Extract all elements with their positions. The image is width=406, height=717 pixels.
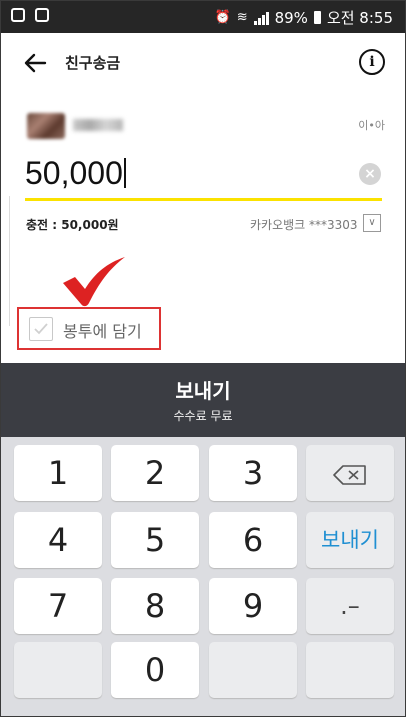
text-cursor [123,158,126,188]
clock: 오전 8:55 [326,9,393,27]
amount-field[interactable]: 50,000 [25,155,126,192]
checkbox-icon[interactable] [29,317,53,341]
left-edge-bar [1,196,10,326]
send-bar-title: 보내기 [175,379,231,403]
keypad-send-button[interactable]: 보내기 [306,512,394,568]
dot-dash-key[interactable]: .– [306,578,394,634]
empty-key-left [14,642,102,698]
key-4[interactable]: 4 [14,512,102,568]
key-5[interactable]: 5 [111,512,199,568]
bank-account-text[interactable]: 카카오뱅크 ***3303 [250,216,358,233]
envelope-option[interactable]: 봉투에 담기 [17,307,161,350]
key-7[interactable]: 7 [14,578,102,634]
empty-key-right [306,642,394,698]
key-1[interactable]: 1 [14,445,102,501]
chevron-down-icon[interactable]: ∨ [363,214,381,232]
status-left-icons [11,8,49,22]
image-notification-icon [35,8,49,22]
key-0[interactable]: 0 [111,642,199,698]
backspace-key[interactable] [306,445,394,501]
status-right: ⏰ ≋ 89% 오전 8:55 [215,7,394,28]
battery-icon [313,11,321,24]
status-bar: ⏰ ≋ 89% 오전 8:55 [1,1,405,33]
alarm-icon: ⏰ [214,10,231,25]
empty-key-middle [209,642,297,698]
recipient-avatar [27,113,65,139]
red-checkmark-annotation [63,257,125,307]
envelope-label: 봉투에 담기 [63,322,142,341]
key-6[interactable]: 6 [209,512,297,568]
key-3[interactable]: 3 [209,445,297,501]
charge-text: 충전 : 50,000원 [26,218,119,232]
key-9[interactable]: 9 [209,578,297,634]
notification-app-icon [11,8,25,22]
send-bar-subtitle: 수수료 무료 [173,409,233,423]
amount-underline [25,198,382,201]
key-8[interactable]: 8 [111,578,199,634]
back-arrow-icon[interactable] [21,49,49,77]
recipient-id: 이•아 [358,119,385,132]
signal-icon [253,11,269,25]
backspace-icon [333,465,366,485]
battery-percent: 89% [274,8,308,27]
numeric-keypad: 1 2 3 4 5 6 보내기 7 8 9 .– 0 [1,437,405,716]
header: 친구송금 i [1,33,405,91]
recipient-name-blurred [73,119,123,131]
page-title: 친구송금 [65,54,121,72]
info-icon[interactable]: i [359,49,385,75]
phone-screen: ⏰ ≋ 89% 오전 8:55 친구송금 i 이•아 50,000 × 충전 :… [0,0,406,717]
send-bar[interactable]: 보내기 수수료 무료 [1,363,405,437]
clear-icon[interactable]: × [359,163,381,185]
wifi-icon: ≋ [236,10,248,25]
amount-value: 50,000 [25,155,123,191]
key-2[interactable]: 2 [111,445,199,501]
